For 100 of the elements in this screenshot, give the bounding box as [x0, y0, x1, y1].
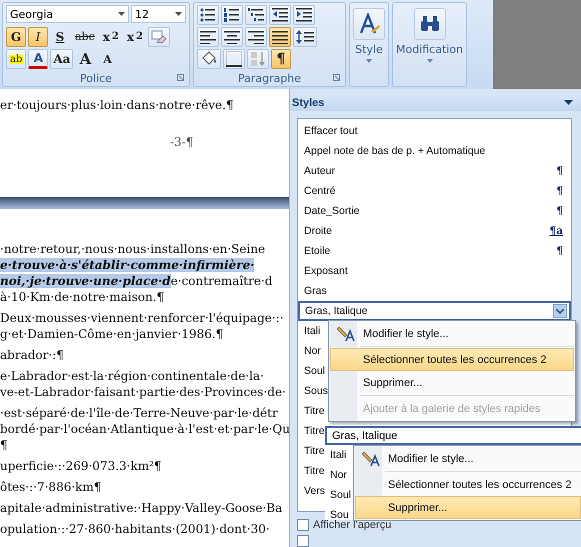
shrink-font-button[interactable]: A	[97, 49, 118, 70]
page-number: -3-¶	[169, 135, 194, 149]
style-item[interactable]: Effacer tout	[298, 121, 571, 142]
style-item[interactable]: Itali	[330, 445, 354, 465]
dropdown-arrow-icon	[366, 59, 372, 63]
shading-button[interactable]	[197, 49, 221, 70]
highlight-button[interactable]: ab	[6, 49, 26, 70]
document-text: apitale·administrative:·Happy·Valley-Goose·Ba	[0, 500, 284, 516]
menu-item[interactable]: Sélectionner toutes les occurrences 2	[355, 473, 581, 496]
menu-item[interactable]: Supprimer...	[330, 371, 574, 394]
style-item[interactable]: Centré ¶	[298, 181, 571, 202]
menu-item[interactable]: Sélectionner toutes les occurrences 2	[330, 348, 574, 371]
style-type-marker: ¶	[556, 245, 563, 258]
eraser-icon	[151, 30, 168, 44]
selected-text: e·trouve·à·s'établir·comme·infirmière·	[0, 258, 254, 272]
grow-font-button[interactable]: A	[75, 49, 96, 70]
font-size-field[interactable]: 12	[131, 5, 186, 24]
multilevel-button[interactable]	[245, 5, 267, 26]
line-spacing-icon	[296, 30, 314, 44]
document-text: ·est·séparé·de·l'île·de·Terre-Neuve·par·le·détr	[0, 405, 279, 421]
document-text: e·Labrador·est·la·région·continentale·de·la·	[0, 368, 265, 384]
align-center-icon	[224, 30, 240, 44]
indent-button[interactable]	[293, 5, 315, 26]
align-left-icon	[200, 30, 216, 44]
style-type-marker: ¶a	[550, 225, 563, 238]
pencil-icon	[362, 451, 380, 467]
style-type-marker: ¶	[556, 185, 563, 198]
pane-title: Styles	[292, 96, 324, 109]
dialog-launcher-icon	[177, 74, 184, 82]
style-item[interactable]: Etoile ¶	[298, 241, 571, 262]
style-item[interactable]: Gras	[298, 281, 571, 302]
align-right-icon	[248, 30, 264, 44]
document-text: ·notre·retour,·nous·nous·installons·en·Seine	[0, 241, 266, 257]
document-text: ¶	[0, 437, 9, 453]
menu-item[interactable]: Modifier le style...	[330, 322, 574, 345]
underline-button[interactable]: S	[50, 26, 70, 47]
style-type-marker: ¶	[556, 165, 563, 178]
document-text: ôtes·:·7·886·km¶	[0, 479, 102, 495]
document-text: er·toujours·plus·loin·dans·notre·rêve.¶	[0, 97, 235, 113]
bullets-button[interactable]	[197, 5, 219, 26]
menu-item[interactable]: Modifier le style...	[355, 447, 581, 470]
sort-icon	[250, 51, 266, 68]
document-text: abrador·:¶	[0, 347, 65, 363]
binoculars-icon	[420, 16, 440, 32]
italic-button[interactable]: I	[28, 26, 48, 47]
document-text: e·contremaître·d	[170, 274, 272, 288]
show-formatting-button[interactable]: ¶	[271, 49, 291, 70]
style-item[interactable]: Soul	[330, 485, 354, 505]
style-item[interactable]: Appel note de bas de p. + Automatique	[298, 141, 571, 162]
checkbox[interactable]	[297, 535, 309, 547]
paint-bucket-icon	[200, 51, 218, 68]
align-right-button[interactable]	[245, 27, 267, 48]
style-item[interactable]: Auteur ¶	[298, 161, 571, 182]
dropdown-arrow-icon	[426, 59, 432, 63]
dialog-launcher-icon	[333, 74, 340, 81]
numbering-button[interactable]	[221, 5, 243, 26]
decrease-indent-icon	[272, 8, 288, 22]
style-item[interactable]: Exposant	[298, 261, 571, 282]
document-text: ve-et-Labrador·faisant·partie·des·Provinces·de·	[0, 384, 287, 400]
style-item[interactable]: Date_Sortie ¶	[298, 201, 571, 222]
justify-button[interactable]	[269, 27, 291, 48]
style-item[interactable]: Sou	[330, 505, 354, 520]
document-text: opulation·:·27·860·habitants·(2001)·dont·30·	[0, 521, 271, 537]
outdent-button[interactable]	[269, 5, 291, 26]
strike-button[interactable]: abc	[72, 26, 98, 47]
bold-button[interactable]: G	[6, 26, 26, 47]
align-center-button[interactable]	[221, 27, 243, 48]
chevron-down-icon	[556, 308, 564, 314]
spacing-button[interactable]	[293, 27, 317, 48]
clear-formatting-button[interactable]	[148, 26, 170, 47]
borders-button[interactable]	[223, 49, 245, 70]
style-item[interactable]: Droite ¶a	[298, 221, 571, 242]
bullet-list-icon	[200, 8, 216, 22]
group-label: Paragraphe	[197, 72, 342, 86]
checkbox-label: Afficher l'aperçu	[313, 519, 392, 531]
document-text: à·10·Km·de·notre·maison.¶	[0, 289, 166, 305]
font-color-button[interactable]: A	[28, 49, 48, 70]
style-item[interactable]: Gras, Italique	[325, 426, 581, 445]
checkbox[interactable]	[297, 519, 309, 531]
font-name-field[interactable]: Georgia	[6, 5, 129, 24]
change-case-button[interactable]: Aa	[50, 49, 74, 70]
document-text: uperficie·:·269·073.3·km²¶	[0, 458, 163, 474]
pencil-icon	[337, 326, 355, 342]
multilevel-list-icon	[248, 8, 264, 22]
style-type-marker: ¶	[556, 205, 563, 218]
menu-item[interactable]: Supprimer...	[355, 496, 581, 519]
dropdown-arrow-icon	[175, 12, 182, 16]
document-text: Deux·mousses·viennent·renforcer·l'équipage·:·	[0, 310, 285, 326]
borders-icon	[226, 51, 242, 68]
style-item[interactable]: Nor	[330, 465, 354, 485]
style-icon	[358, 13, 380, 35]
justify-icon	[272, 30, 288, 44]
document-text: g·et·Damien-Côme·en·janvier·1986.¶	[0, 326, 224, 342]
align-left-button[interactable]	[197, 27, 219, 48]
numbered-list-icon	[224, 8, 240, 22]
group-label: Police	[6, 71, 186, 86]
increase-indent-icon	[296, 8, 312, 22]
dropdown-arrow-icon	[118, 12, 125, 16]
dropdown-arrow-icon	[564, 100, 573, 106]
selected-text: noi,·je·trouve·une·place·d	[0, 274, 171, 288]
